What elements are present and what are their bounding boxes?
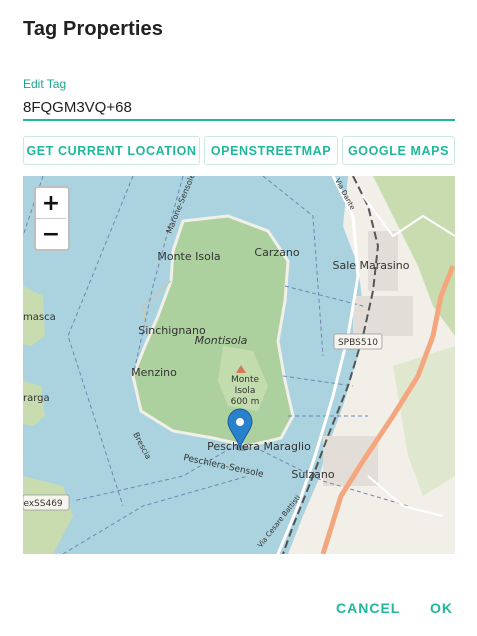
zoom-in-button[interactable]: + [36,188,66,219]
label-peak-elevation: 600 m [231,397,260,407]
label-menzino: Menzino [131,366,177,379]
road-label-sp510: SPBS510 [338,338,378,348]
openstreetmap-button[interactable]: OPENSTREETMAP [204,136,338,165]
zoom-control: + − [34,186,70,251]
label-montisola: Montisola [195,334,248,347]
label-peak-name: Monte [231,375,260,385]
label-sale-marasino: Sale Marasino [332,259,409,272]
edit-tag-label: Edit Tag [23,77,67,91]
map-canvas[interactable]: SPBS510 exSS469 Monte Isola Carzano Sale… [23,176,455,554]
label-marga: rarga [23,393,50,404]
label-masca: masca [23,312,56,323]
zoom-out-button[interactable]: − [36,219,66,249]
edit-tag-input[interactable] [23,95,455,121]
label-peschiera-maraglio: Peschiera Maraglio [207,440,311,453]
get-current-location-button[interactable]: GET CURRENT LOCATION [23,136,200,165]
google-maps-button[interactable]: GOOGLE MAPS [342,136,455,165]
label-carzano: Carzano [254,246,299,259]
cancel-button[interactable]: CANCEL [336,600,400,616]
map-view[interactable]: SPBS510 exSS469 Monte Isola Carzano Sale… [23,176,455,554]
urban-area [353,296,413,336]
label-peak-name: Isola [235,386,256,396]
label-monte-isola: Monte Isola [157,250,220,263]
label-sulzano: Sulzano [291,468,334,481]
road-label-sp469: exSS469 [23,499,63,509]
dialog-title: Tag Properties [23,18,163,40]
ok-button[interactable]: OK [430,600,453,616]
